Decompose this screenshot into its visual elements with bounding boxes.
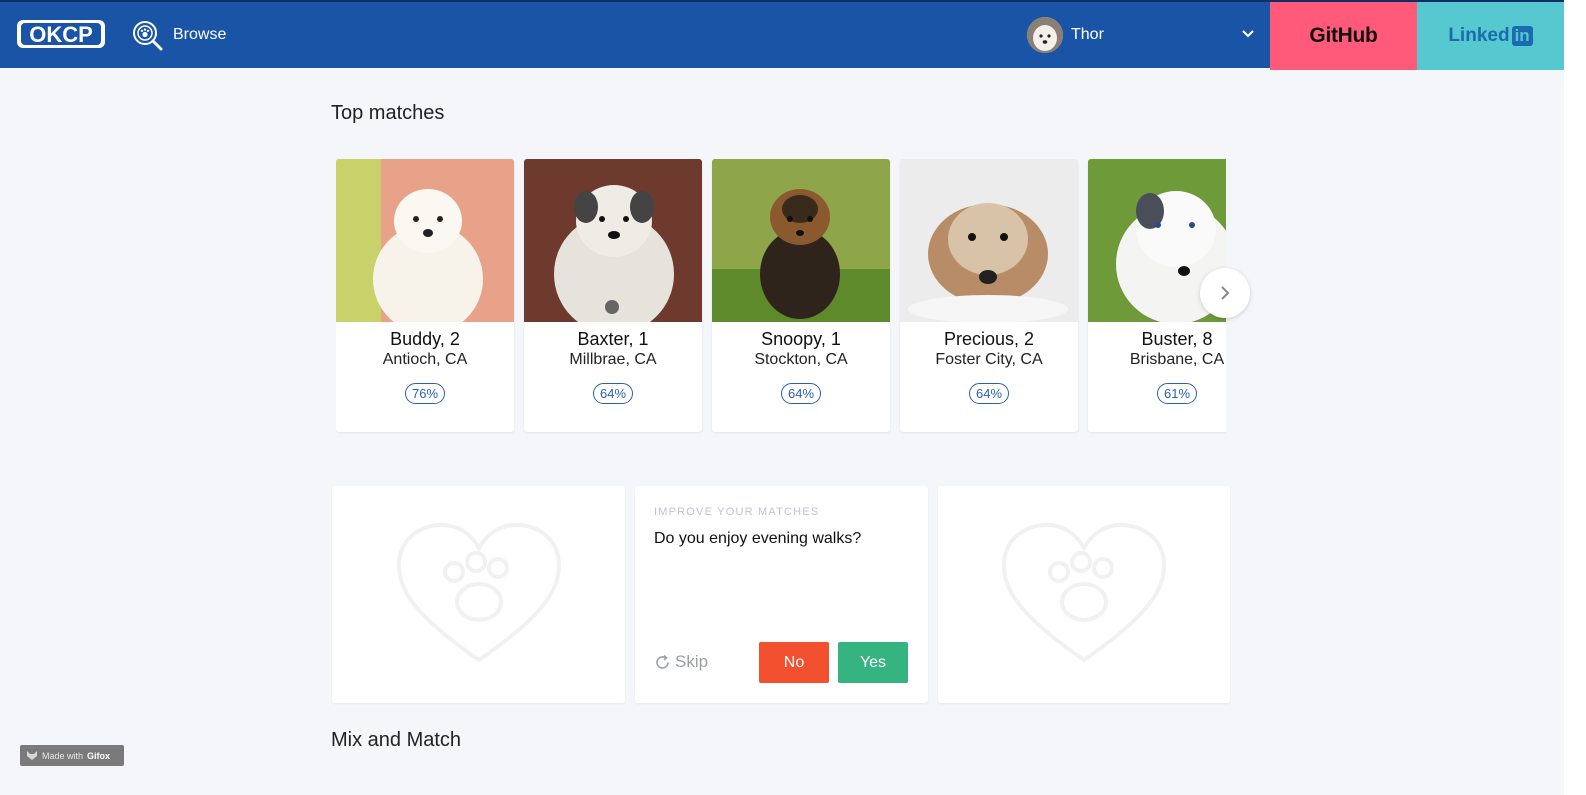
okcp-logo[interactable]: OKCP (16, 18, 106, 50)
yes-button[interactable]: Yes (838, 642, 908, 683)
user-menu[interactable]: Thor (1027, 16, 1263, 54)
dog-photo (524, 159, 702, 322)
match-card[interactable]: Baxter, 1 Millbrae, CA 64% (524, 159, 702, 432)
page-edge (1564, 0, 1586, 795)
dog-photo (336, 159, 514, 322)
match-card[interactable]: Snoopy, 1 Stockton, CA 64% (712, 159, 890, 432)
match-name: Baxter, 1 (577, 329, 649, 349)
match-location: Antioch, CA (382, 351, 468, 368)
skip-button[interactable]: Skip (654, 652, 708, 672)
github-link[interactable]: GitHub (1270, 2, 1417, 70)
match-card[interactable]: Precious, 2 Foster City, CA 64% (900, 159, 1078, 432)
linkedin-label: Linked (1448, 25, 1510, 46)
user-avatar (1027, 17, 1063, 53)
match-percentage-badge: 61% (1156, 383, 1198, 404)
match-location: Foster City, CA (935, 351, 1043, 368)
question-text: Do you enjoy evening walks? (654, 530, 862, 547)
gifox-watermark: Made with Gifox (20, 745, 124, 766)
github-label: GitHub (1309, 24, 1378, 47)
linkedin-in-badge: in (1511, 26, 1533, 46)
match-name: Buster, 8 (1141, 329, 1213, 349)
improve-eyebrow: IMPROVE YOUR MATCHES (654, 506, 820, 518)
chevron-down-icon (1242, 30, 1254, 38)
top-navigation-bar: OKCP Browse Thor GitHub Linked in (0, 0, 1586, 70)
match-location: Millbrae, CA (569, 351, 657, 368)
watermark-brand: Gifox (87, 750, 111, 761)
refresh-icon (656, 654, 669, 669)
linkedin-link[interactable]: Linked in (1417, 2, 1564, 70)
match-name: Buddy, 2 (390, 329, 460, 349)
match-percentage-badge: 64% (592, 383, 634, 404)
match-percentage-badge: 76% (404, 383, 446, 404)
match-location: Brisbane, CA (1129, 351, 1225, 368)
svg-text:OKCP: OKCP (29, 22, 93, 47)
match-card[interactable]: Buddy, 2 Antioch, CA 76% (336, 159, 514, 432)
browse-label: Browse (173, 26, 227, 43)
match-percentage-badge: 64% (968, 383, 1010, 404)
skip-label: Skip (675, 652, 709, 671)
match-percentage-badge: 64% (780, 383, 822, 404)
top-matches-carousel: Buddy, 2 Antioch, CA 76% Baxter, 1 Millb… (336, 159, 1226, 434)
placeholder-card-left (332, 486, 625, 703)
carousel-next-button[interactable] (1200, 268, 1250, 318)
watermark-prefix: Made with (42, 750, 84, 761)
dog-photo (900, 159, 1078, 322)
browse-search-icon (133, 21, 163, 51)
match-name: Precious, 2 (943, 329, 1035, 349)
top-matches-title: Top matches (331, 102, 445, 124)
fox-icon (27, 751, 37, 760)
dog-photo (712, 159, 890, 322)
improve-matches-card: IMPROVE YOUR MATCHES Do you enjoy evenin… (635, 486, 928, 703)
heart-paw-icon (1001, 522, 1167, 662)
user-name: Thor (1071, 26, 1104, 43)
mix-and-match-title: Mix and Match (331, 729, 462, 751)
browse-link[interactable]: Browse (130, 18, 226, 52)
placeholder-card-right (938, 486, 1230, 703)
match-location: Stockton, CA (754, 351, 848, 368)
chevron-right-icon (1221, 286, 1230, 300)
no-button[interactable]: No (759, 642, 829, 683)
match-name: Snoopy, 1 (761, 329, 841, 349)
heart-paw-icon (396, 522, 561, 662)
